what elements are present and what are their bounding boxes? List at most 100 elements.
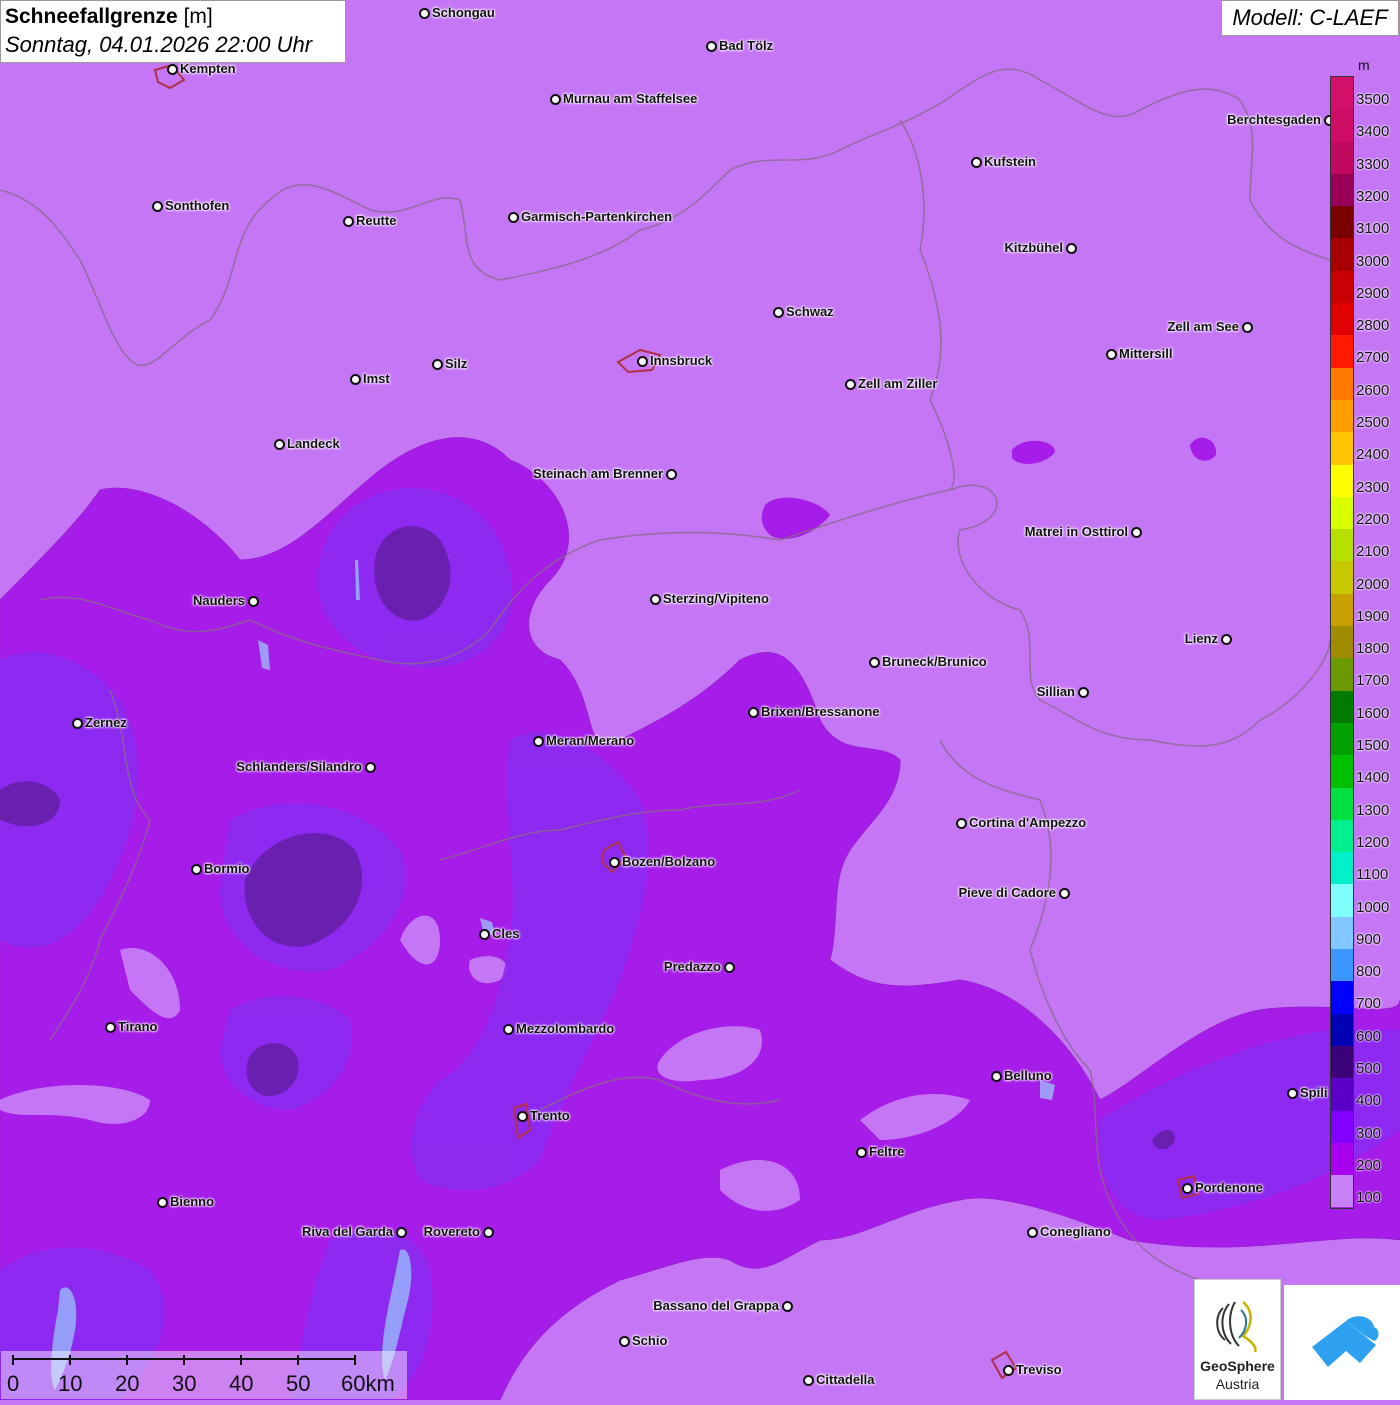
legend-swatch-3300 (1331, 141, 1353, 174)
city-label: Bienno (170, 1194, 215, 1209)
legend-swatch-3200 (1331, 173, 1353, 207)
city-marker (724, 962, 735, 973)
city-marker (343, 216, 354, 227)
geosphere-name: GeoSphere (1200, 1358, 1275, 1374)
city-label: Cortina d'Ampezzo (969, 815, 1087, 830)
city-label: Predazzo (663, 959, 721, 974)
city-label: Kempten (180, 61, 236, 76)
city-marker (956, 818, 967, 829)
legend-label-1300: 1300 (1356, 801, 1390, 819)
legend-label-2300: 2300 (1356, 478, 1390, 496)
city-marker (803, 1375, 814, 1386)
city-marker (550, 94, 561, 105)
city-marker (773, 307, 784, 318)
city-marker (517, 1111, 528, 1122)
city-label: Sterzing/Vipiteno (663, 591, 769, 606)
city-marker (637, 356, 648, 367)
legend-color-bar (1330, 76, 1354, 1209)
legend-label-1200: 1200 (1356, 833, 1390, 851)
legend-label-3000: 3000 (1356, 252, 1390, 270)
city-marker (508, 212, 519, 223)
scale-label-10: 10 (58, 1371, 83, 1396)
legend-swatch-2200 (1331, 496, 1353, 530)
legend-label-3300: 3300 (1356, 155, 1390, 173)
city-label: Treviso (1016, 1362, 1062, 1377)
legend-swatch-1400 (1331, 755, 1353, 788)
legend-swatch-2000 (1331, 561, 1353, 594)
legend-swatch-300 (1331, 1110, 1353, 1143)
geosphere-subtitle: Austria (1215, 1376, 1260, 1392)
city-marker (350, 374, 361, 385)
city-marker (1182, 1183, 1193, 1194)
city-label: Belluno (1004, 1068, 1052, 1083)
legend-swatch-2600 (1331, 367, 1353, 400)
city-marker (1221, 634, 1232, 645)
color-legend: m 3500 3400 3300 3200 3100 3000 2900 2800 2700 26… (1330, 57, 1400, 1209)
city-marker (1066, 243, 1077, 254)
city-label: Meran/Merano (546, 733, 635, 748)
city-marker (1027, 1227, 1038, 1238)
city-marker (619, 1336, 630, 1347)
legend-swatch-2700 (1331, 335, 1353, 368)
city-marker (274, 439, 285, 450)
title-parameter: Schneefallgrenze [m] (5, 3, 341, 31)
legend-swatch-1300 (1331, 787, 1353, 820)
legend-label-800: 800 (1356, 963, 1382, 981)
city-marker (483, 1227, 494, 1238)
city-label: Sillian (1036, 684, 1075, 699)
city-label: Rovereto (423, 1224, 480, 1239)
city-marker (191, 864, 202, 875)
legend-label-2200: 2200 (1356, 510, 1390, 528)
city-marker (856, 1147, 867, 1158)
legend-label-3200: 3200 (1356, 187, 1390, 205)
legend-swatch-400 (1331, 1078, 1353, 1111)
city-label: Zernez (85, 715, 127, 730)
legend-swatch-1100 (1331, 852, 1353, 885)
city-label: Steinach am Brenner (532, 466, 663, 481)
legend-swatch-700 (1331, 981, 1353, 1014)
legend-swatch-1500 (1331, 722, 1353, 756)
legend-label-3500: 3500 (1356, 91, 1390, 108)
legend-swatch-600 (1331, 1013, 1353, 1046)
scale-label-40: 40 (229, 1371, 254, 1396)
city-label: Feltre (869, 1144, 905, 1159)
city-label: Kufstein (984, 154, 1036, 169)
legend-label-1100: 1100 (1356, 866, 1389, 884)
legend-label-2600: 2600 (1356, 381, 1390, 399)
legend-label-2000: 2000 (1356, 575, 1390, 593)
legend-label-500: 500 (1356, 1060, 1382, 1077)
legend-label-1000: 1000 (1356, 898, 1390, 916)
legend-unit: m (1358, 57, 1370, 73)
city-marker (167, 64, 178, 75)
legend-label-2400: 2400 (1356, 446, 1390, 464)
legend-label-2900: 2900 (1356, 284, 1390, 302)
city-marker (869, 657, 880, 668)
legend-swatch-100 (1331, 1175, 1353, 1208)
city-label: Kitzbühel (1004, 240, 1064, 255)
legend-swatch-3400 (1331, 109, 1353, 142)
legend-label-1500: 1500 (1356, 737, 1390, 754)
legend-label-2700: 2700 (1356, 349, 1390, 367)
city-label: Lienz (1184, 631, 1218, 646)
legend-swatch-1600 (1331, 690, 1353, 723)
city-label: Riva del Garda (301, 1224, 393, 1239)
scale-label-30: 30 (172, 1371, 197, 1396)
city-marker (991, 1071, 1002, 1082)
city-marker (666, 469, 677, 480)
city-label: Garmisch-Partenkirchen (521, 209, 673, 224)
city-marker (105, 1022, 116, 1033)
city-marker (152, 201, 163, 212)
city-marker (365, 762, 376, 773)
legend-label-3100: 3100 (1356, 220, 1390, 238)
city-label: Mittersill (1119, 346, 1173, 361)
city-marker (479, 929, 490, 940)
city-marker (1287, 1088, 1298, 1099)
app-logo-icon (1312, 1316, 1379, 1367)
city-label: Bozen/Bolzano (622, 854, 716, 869)
legend-swatch-1700 (1331, 658, 1353, 691)
legend-label-900: 900 (1356, 930, 1382, 948)
model-label: Modell: C-LAEF (1221, 0, 1399, 36)
city-label: Cittadella (816, 1372, 875, 1387)
city-label: Bassano del Grappa (653, 1298, 779, 1313)
city-label: Bormio (204, 861, 250, 876)
